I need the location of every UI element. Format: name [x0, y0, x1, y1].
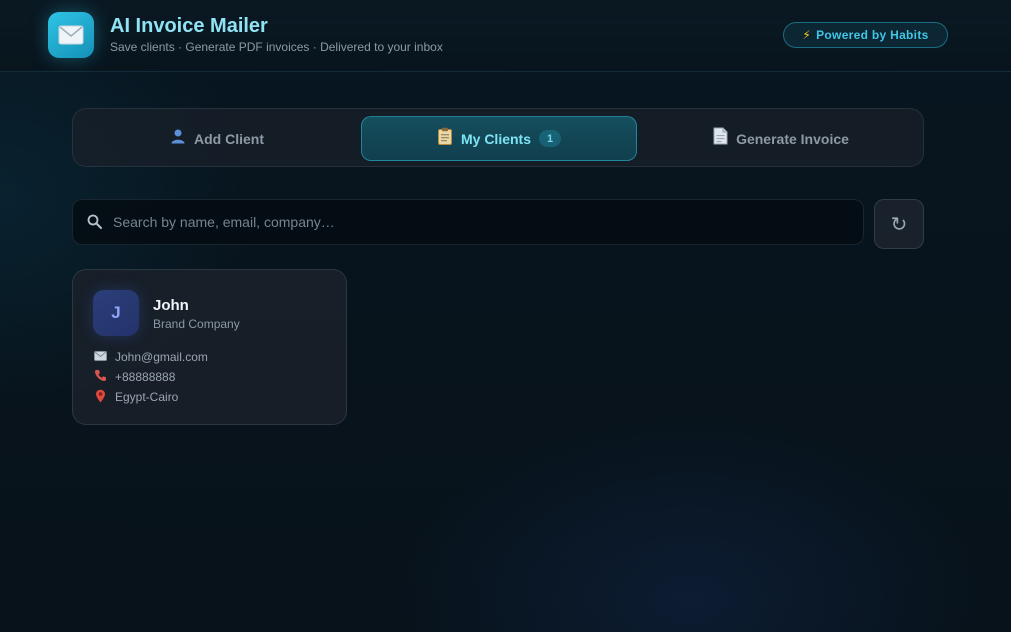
tab-bar: Add Client My Clients 1 Generate Invoice [72, 108, 924, 167]
app-subtitle: Save clients · Generate PDF invoices · D… [110, 40, 443, 54]
app-header: AI Invoice Mailer Save clients · Generat… [0, 0, 1011, 72]
phone-icon [93, 369, 107, 385]
powered-badge-label: Powered by Habits [816, 28, 929, 42]
client-location-row: Egypt-Cairo [93, 389, 178, 405]
client-email: John@gmail.com [115, 350, 208, 364]
tab-generate-invoice[interactable]: Generate Invoice [643, 116, 919, 161]
search-bar [72, 199, 864, 245]
client-company: Brand Company [153, 317, 240, 331]
tab-my-clients[interactable]: My Clients 1 [361, 116, 637, 161]
client-card[interactable]: J John Brand Company John@gmail.com +888… [72, 269, 347, 425]
pin-icon [93, 389, 107, 406]
client-phone: +88888888 [115, 370, 176, 384]
app-title: AI Invoice Mailer [110, 15, 268, 37]
avatar: J [93, 290, 139, 336]
mail-icon [93, 350, 107, 364]
powered-badge[interactable]: ⚡ Powered by Habits [783, 22, 948, 48]
lightning-icon: ⚡ [802, 28, 812, 42]
search-icon [87, 214, 102, 232]
client-phone-row: +88888888 [93, 369, 175, 385]
clipboard-icon [437, 127, 453, 150]
client-location: Egypt-Cairo [115, 390, 179, 404]
client-name: John [153, 297, 189, 314]
refresh-button[interactable]: ↻ [874, 199, 924, 249]
client-email-row: John@gmail.com [93, 349, 208, 365]
document-icon [713, 127, 728, 150]
tab-add-client[interactable]: Add Client [79, 116, 355, 161]
envelope-icon [48, 12, 94, 58]
user-icon [170, 128, 186, 149]
tab-label: My Clients [460, 130, 531, 147]
search-input[interactable] [113, 200, 853, 244]
tab-label: Add Client [194, 130, 264, 147]
refresh-icon: ↻ [890, 213, 908, 236]
client-count-badge: 1 [539, 130, 561, 147]
tab-label: Generate Invoice [736, 130, 849, 147]
